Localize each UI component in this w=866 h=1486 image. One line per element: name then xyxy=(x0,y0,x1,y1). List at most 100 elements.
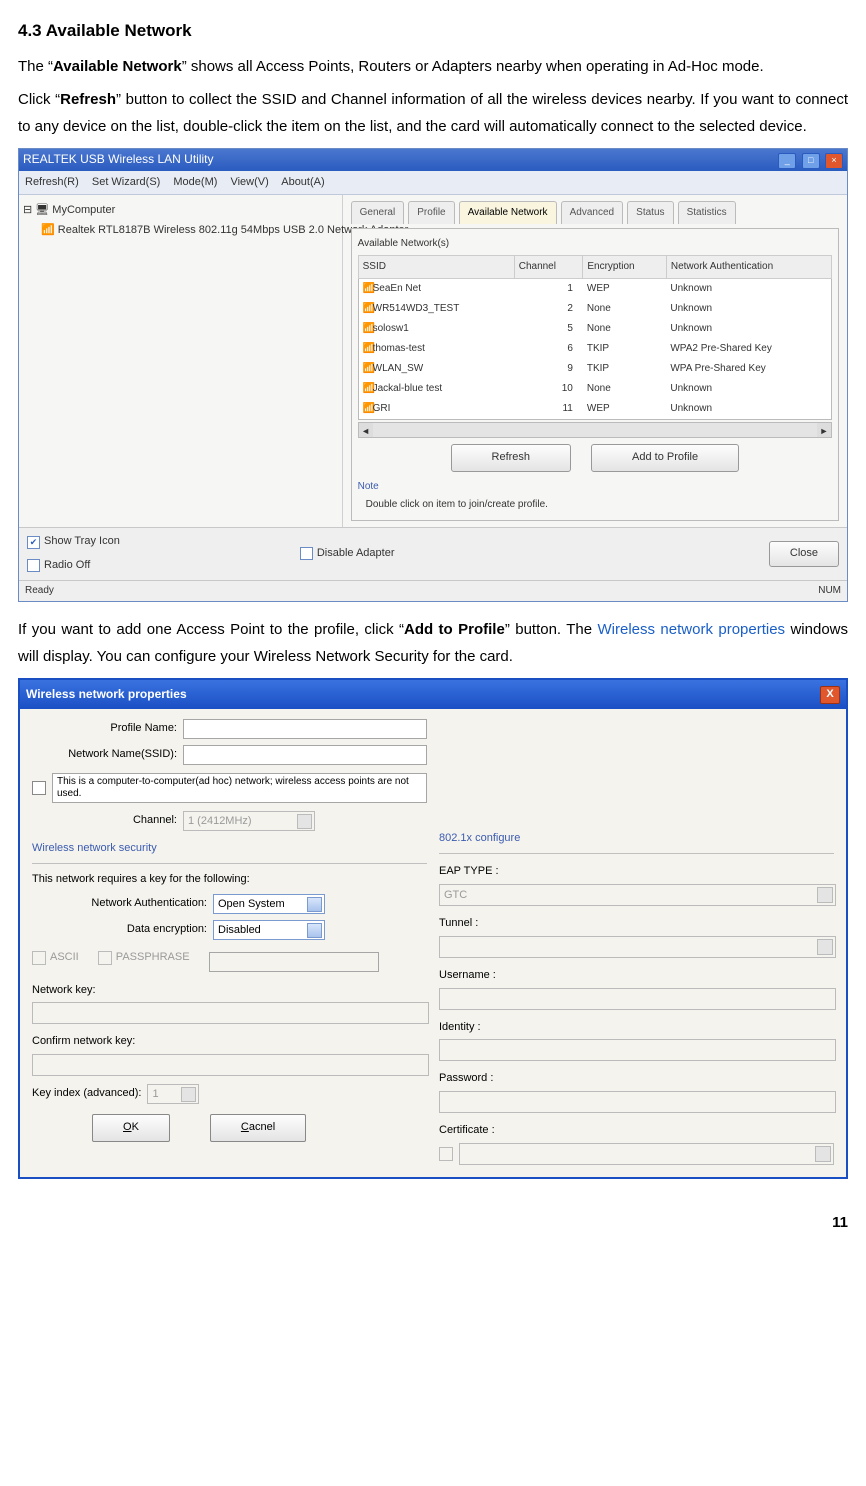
show-tray-checkbox[interactable]: ✔Show Tray Icon xyxy=(27,532,120,552)
dialog-titlebar: Wireless network properties X xyxy=(20,680,846,710)
note-text: Double click on item to join/create prof… xyxy=(366,496,832,514)
eap-type-select: GTC xyxy=(439,884,836,906)
tab-strip: General Profile Available Network Advanc… xyxy=(351,201,839,224)
table-row[interactable]: 📶solosw15NoneUnknown xyxy=(358,319,831,339)
disable-adapter-label: Disable Adapter xyxy=(317,544,395,564)
text: The “ xyxy=(18,58,53,75)
disable-adapter-checkbox[interactable]: Disable Adapter xyxy=(300,544,395,564)
text: ” shows all Access Points, Routers or Ad… xyxy=(182,58,764,75)
status-text: Ready xyxy=(25,582,54,600)
col-channel[interactable]: Channel xyxy=(514,256,583,279)
channel-select: 1 (2412MHz) xyxy=(183,811,315,831)
middle-paragraph: If you want to add one Access Point to t… xyxy=(18,616,848,670)
close-icon[interactable]: X xyxy=(820,686,840,704)
username-label: Username : xyxy=(439,966,834,986)
password-label: Password : xyxy=(439,1069,834,1089)
certificate-label: Certificate : xyxy=(439,1121,834,1141)
menubar: Refresh(R) Set Wizard(S) Mode(M) View(V)… xyxy=(19,171,847,196)
tab-general[interactable]: General xyxy=(351,201,405,224)
passphrase-input xyxy=(209,952,379,972)
statusbar: Ready NUM xyxy=(19,580,847,601)
password-input xyxy=(439,1091,836,1113)
window-title: REALTEK USB Wireless LAN Utility xyxy=(23,149,213,171)
key-index-select: 1 xyxy=(147,1084,199,1104)
menu-mode[interactable]: Mode(M) xyxy=(173,176,217,188)
table-row[interactable]: 📶thomas-test6TKIPWPA2 Pre-Shared Key xyxy=(358,339,831,359)
panel-label: Available Network(s) xyxy=(358,235,832,253)
titlebar: REALTEK USB Wireless LAN Utility _ □ × xyxy=(19,149,847,171)
ssid-input[interactable] xyxy=(183,745,427,765)
section-heading: 4.3 Available Network xyxy=(18,16,848,47)
dialog-right-column: 802.1x configure EAP TYPE : GTC Tunnel :… xyxy=(439,719,834,1165)
tab-advanced[interactable]: Advanced xyxy=(561,201,623,224)
status-num: NUM xyxy=(818,582,841,600)
8021x-group-label: 802.1x configure xyxy=(439,829,834,849)
signal-icon: 📶 xyxy=(363,400,373,418)
tab-statistics[interactable]: Statistics xyxy=(678,201,736,224)
tab-available-network[interactable]: Available Network xyxy=(459,201,557,224)
close-icon[interactable]: × xyxy=(825,153,843,169)
horizontal-scrollbar[interactable]: ◄ ► xyxy=(358,422,832,438)
menu-view[interactable]: View(V) xyxy=(230,176,268,188)
text: ” button. The xyxy=(505,621,598,638)
passphrase-label: PASSPHRASE xyxy=(116,948,190,968)
scroll-left-icon[interactable]: ◄ xyxy=(359,423,373,437)
eap-type-label: EAP TYPE : xyxy=(439,862,834,882)
certificate-select xyxy=(459,1143,834,1165)
menu-about[interactable]: About(A) xyxy=(281,176,324,188)
confirm-key-input xyxy=(32,1054,429,1076)
table-row[interactable]: 📶GRI11WEPUnknown xyxy=(358,399,831,420)
device-tree: ⊟ 🖥 MyComputer 📶 Realtek RTL8187B Wirele… xyxy=(19,195,343,527)
table-row[interactable]: 📶Jackal-blue test10NoneUnknown xyxy=(358,379,831,399)
table-row[interactable]: 📶SeaEn Net1WEPUnknown xyxy=(358,279,831,300)
col-ssid[interactable]: SSID xyxy=(358,256,514,279)
window-controls: _ □ × xyxy=(776,149,843,171)
minimize-icon[interactable]: _ xyxy=(778,153,796,169)
channel-label: Channel: xyxy=(32,811,177,831)
col-encryption[interactable]: Encryption xyxy=(583,256,666,279)
bold-text: Add to Profile xyxy=(404,621,505,638)
auth-select[interactable]: Open System xyxy=(213,894,325,914)
col-auth[interactable]: Network Authentication xyxy=(666,256,831,279)
signal-icon: 📶 xyxy=(363,300,373,318)
profile-name-input[interactable] xyxy=(183,719,427,739)
table-row[interactable]: 📶WR514WD3_TEST2NoneUnknown xyxy=(358,299,831,319)
auth-label: Network Authentication: xyxy=(32,894,207,914)
note-label: Note xyxy=(358,478,832,496)
adhoc-description: This is a computer-to-computer(ad hoc) n… xyxy=(52,773,427,803)
network-key-input xyxy=(32,1002,429,1024)
signal-icon: 📶 xyxy=(363,320,373,338)
network-table: SSID Channel Encryption Network Authenti… xyxy=(358,255,832,420)
dialog-title: Wireless network properties xyxy=(26,684,187,706)
encryption-select[interactable]: Disabled xyxy=(213,920,325,940)
ok-button[interactable]: OK xyxy=(92,1114,170,1142)
close-button[interactable]: Close xyxy=(769,541,839,567)
tunnel-label: Tunnel : xyxy=(439,914,834,934)
tab-status[interactable]: Status xyxy=(627,201,673,224)
tree-adapter[interactable]: 📶 Realtek RTL8187B Wireless 802.11g 54Mb… xyxy=(23,221,338,241)
identity-input xyxy=(439,1039,836,1061)
adhoc-checkbox[interactable] xyxy=(32,781,46,795)
maximize-icon[interactable]: □ xyxy=(802,153,820,169)
cancel-button[interactable]: Cacnel xyxy=(210,1114,306,1142)
refresh-button[interactable]: Refresh xyxy=(451,444,572,472)
signal-icon: 📶 xyxy=(363,280,373,298)
bold-text: Refresh xyxy=(60,91,116,108)
menu-refresh[interactable]: Refresh(R) xyxy=(25,176,79,188)
eap-type-value: GTC xyxy=(440,889,471,901)
tree-root[interactable]: ⊟ 🖥 MyComputer xyxy=(23,201,338,221)
show-tray-label: Show Tray Icon xyxy=(44,532,120,552)
add-to-profile-button[interactable]: Add to Profile xyxy=(591,444,739,472)
tree-root-label: MyComputer xyxy=(52,204,115,216)
ssid-label: Network Name(SSID): xyxy=(32,745,177,765)
available-networks-panel: Available Network(s) SSID Channel Encryp… xyxy=(351,228,839,521)
key-index-label: Key index (advanced): xyxy=(32,1084,141,1104)
radio-off-checkbox[interactable]: Radio Off xyxy=(27,556,120,576)
link-text: Wireless network properties xyxy=(598,621,786,638)
text: ” button to collect the SSID and Channel… xyxy=(18,91,848,135)
tab-profile[interactable]: Profile xyxy=(408,201,454,224)
scroll-right-icon[interactable]: ► xyxy=(817,423,831,437)
intro-para-2: Click “Refresh” button to collect the SS… xyxy=(18,86,848,140)
menu-set-wizard[interactable]: Set Wizard(S) xyxy=(92,176,160,188)
table-row[interactable]: 📶WLAN_SW9TKIPWPA Pre-Shared Key xyxy=(358,359,831,379)
